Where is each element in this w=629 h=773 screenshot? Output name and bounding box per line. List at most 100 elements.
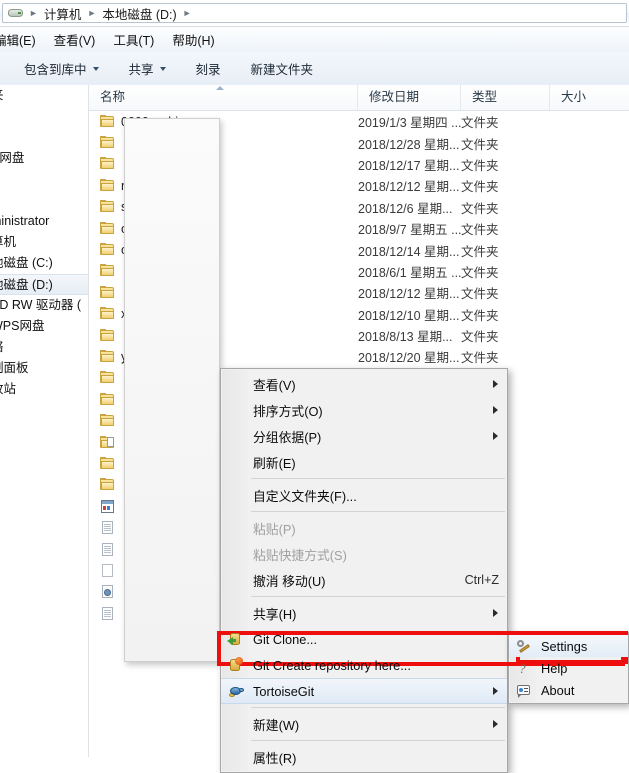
- breadcrumb-item-drive-d[interactable]: 本地磁盘 (D:): [98, 4, 180, 23]
- sort-ascending-icon: [216, 86, 224, 90]
- context-menu-item-label: 新建(W): [253, 717, 300, 733]
- toolbar-new-folder[interactable]: 新建文件夹: [241, 54, 324, 83]
- sidebar-item-wps-cloud[interactable]: WPS网盘: [0, 316, 88, 337]
- sidebar-item-dvd-rw[interactable]: VD RW 驱动器 (: [0, 295, 88, 316]
- sidebar-item[interactable]: [0, 106, 88, 127]
- application-icon: [100, 499, 115, 514]
- folder-doc-icon: [100, 435, 115, 450]
- context-menu-item[interactable]: Git Create repository here...: [221, 652, 507, 678]
- git-clone-icon: [227, 631, 244, 647]
- cell-date: 2018/6/1 星期五 ...: [358, 265, 461, 280]
- sidebar-item-network[interactable]: 络: [0, 337, 88, 358]
- cell-type: 文件夹: [461, 287, 499, 302]
- sidebar-item[interactable]: [0, 169, 88, 190]
- toolbar-share[interactable]: 共享: [119, 54, 176, 83]
- column-header-date[interactable]: 修改日期: [358, 85, 461, 110]
- context-menu-item: 粘贴(P): [221, 515, 507, 541]
- context-menu-item[interactable]: 自定义文件夹(F)...: [221, 482, 507, 508]
- menu-item-help[interactable]: 帮助(H): [163, 27, 223, 52]
- column-header-type[interactable]: 类型: [461, 85, 550, 110]
- sidebar-item[interactable]: [0, 190, 88, 211]
- menu-item-view[interactable]: 查看(V): [45, 27, 105, 52]
- sidebar-item-recycle-bin[interactable]: 收站: [0, 379, 88, 400]
- submenu-item-label: About: [541, 682, 575, 698]
- menu-separator: [251, 478, 505, 479]
- context-menu-item[interactable]: 查看(V): [221, 371, 507, 397]
- column-header-name-label: 名称: [100, 90, 126, 104]
- toolbar-share-label: 共享: [128, 63, 154, 77]
- breadcrumb-separator: ►: [87, 8, 97, 18]
- submenu-item-settings[interactable]: Settings: [509, 635, 628, 657]
- sidebar-item-computer[interactable]: 算机: [0, 232, 88, 253]
- context-menu-item[interactable]: 排序方式(O): [221, 397, 507, 423]
- context-menu-item[interactable]: 分组依据(P): [221, 423, 507, 449]
- document-icon: [100, 606, 115, 621]
- sidebar-item[interactable]: 夹: [0, 85, 88, 106]
- sidebar-item-drive-d[interactable]: 地磁盘 (D:): [0, 274, 88, 295]
- context-menu-item[interactable]: 撤消 移动(U) Ctrl+Z: [221, 567, 507, 593]
- submenu-item-label: Help: [541, 660, 568, 676]
- folder-icon: [100, 392, 115, 407]
- submenu-item-help[interactable]: ? Help: [509, 657, 628, 679]
- submenu-arrow-icon: [493, 380, 498, 388]
- gear-file-icon: [100, 585, 115, 599]
- folder-icon: [100, 200, 115, 214]
- navigation-pane[interactable]: 夹 S网盘 ministrator 算机 地磁盘 (C:) 地磁盘 (D:) V…: [0, 85, 89, 757]
- folder-icon: [100, 414, 115, 428]
- sidebar-item[interactable]: S网盘: [0, 148, 88, 169]
- cell-date: 2018/12/12 星期...: [358, 287, 460, 302]
- cell-type: 文件夹: [461, 265, 499, 280]
- context-menu-item-label: 刷新(E): [253, 455, 296, 471]
- cell-type: 文件夹: [461, 308, 499, 323]
- sidebar-item[interactable]: [0, 127, 88, 148]
- menu-item-edit[interactable]: 编辑(E): [0, 27, 45, 52]
- shortcut-label: Ctrl+Z: [464, 573, 499, 587]
- blank-file-icon: [100, 563, 115, 578]
- cell-date: 2018/9/7 星期五 ...: [358, 223, 461, 238]
- folder-icon: [100, 349, 115, 364]
- cell-date: 2018/12/20 星期...: [358, 351, 460, 366]
- toolbar: 包含到库中 共享 刻录 新建文件夹: [0, 52, 629, 86]
- toolbar-burn-label: 刻录: [195, 63, 221, 77]
- breadcrumb-item-computer[interactable]: 计算机: [40, 4, 86, 23]
- address-field[interactable]: ► 计算机 ► 本地磁盘 (D:) ►: [2, 3, 627, 23]
- context-menu-item[interactable]: 新建(W): [221, 711, 507, 737]
- submenu-item-about[interactable]: About: [509, 679, 628, 701]
- context-menu-item-label: Git Clone...: [253, 631, 318, 647]
- cell-date: 2018/12/12 星期...: [358, 180, 460, 195]
- menu-item-tools[interactable]: 工具(T): [104, 27, 163, 52]
- folder-icon: [100, 285, 115, 300]
- context-menu-item[interactable]: 属性(R): [221, 744, 507, 770]
- breadcrumb-separator: ►: [182, 8, 192, 18]
- context-menu-item[interactable]: 共享(H): [221, 600, 507, 626]
- context-menu[interactable]: 查看(V) 排序方式(O) 分组依据(P) 刷新(E) 自定义文件夹(F)... 粘贴(P…: [220, 368, 508, 773]
- sidebar-item-drive-c[interactable]: 地磁盘 (C:): [0, 253, 88, 274]
- wrench-icon: [515, 638, 532, 654]
- column-header-size[interactable]: 大小: [550, 85, 628, 110]
- cell-date: 2018/8/13 星期...: [358, 330, 453, 345]
- column-header-row: 名称 修改日期 类型 大小: [89, 85, 629, 111]
- cell-type: 文件夹: [461, 244, 499, 259]
- folder-icon: [100, 178, 115, 193]
- menu-separator: [251, 740, 505, 741]
- context-menu-item[interactable]: 刷新(E): [221, 449, 507, 475]
- context-menu-item[interactable]: Git Clone...: [221, 626, 507, 652]
- context-menu-item-label: 排序方式(O): [253, 403, 323, 419]
- cell-date: 2018/12/17 星期...: [358, 158, 460, 173]
- submenu-arrow-icon: [493, 687, 498, 695]
- folder-icon: [100, 114, 115, 129]
- info-card-icon: [515, 682, 532, 698]
- context-menu-item-label: 撤消 移动(U): [253, 573, 326, 589]
- column-header-name[interactable]: 名称: [89, 85, 358, 110]
- submenu-arrow-icon: [493, 406, 498, 414]
- context-menu-item[interactable]: TortoiseGit: [221, 678, 507, 704]
- toolbar-burn[interactable]: 刻录: [186, 54, 231, 83]
- folder-icon: [100, 221, 115, 236]
- toolbar-include-in-library[interactable]: 包含到库中: [14, 54, 109, 83]
- tortoisegit-submenu[interactable]: Settings? Help About: [508, 632, 629, 704]
- chevron-down-icon: [159, 66, 166, 71]
- sidebar-item-administrator[interactable]: ministrator: [0, 211, 88, 232]
- chevron-down-icon: [92, 66, 99, 71]
- address-bar: ► 计算机 ► 本地磁盘 (D:) ►: [0, 0, 629, 27]
- sidebar-item-control-panel[interactable]: 制面板: [0, 358, 88, 379]
